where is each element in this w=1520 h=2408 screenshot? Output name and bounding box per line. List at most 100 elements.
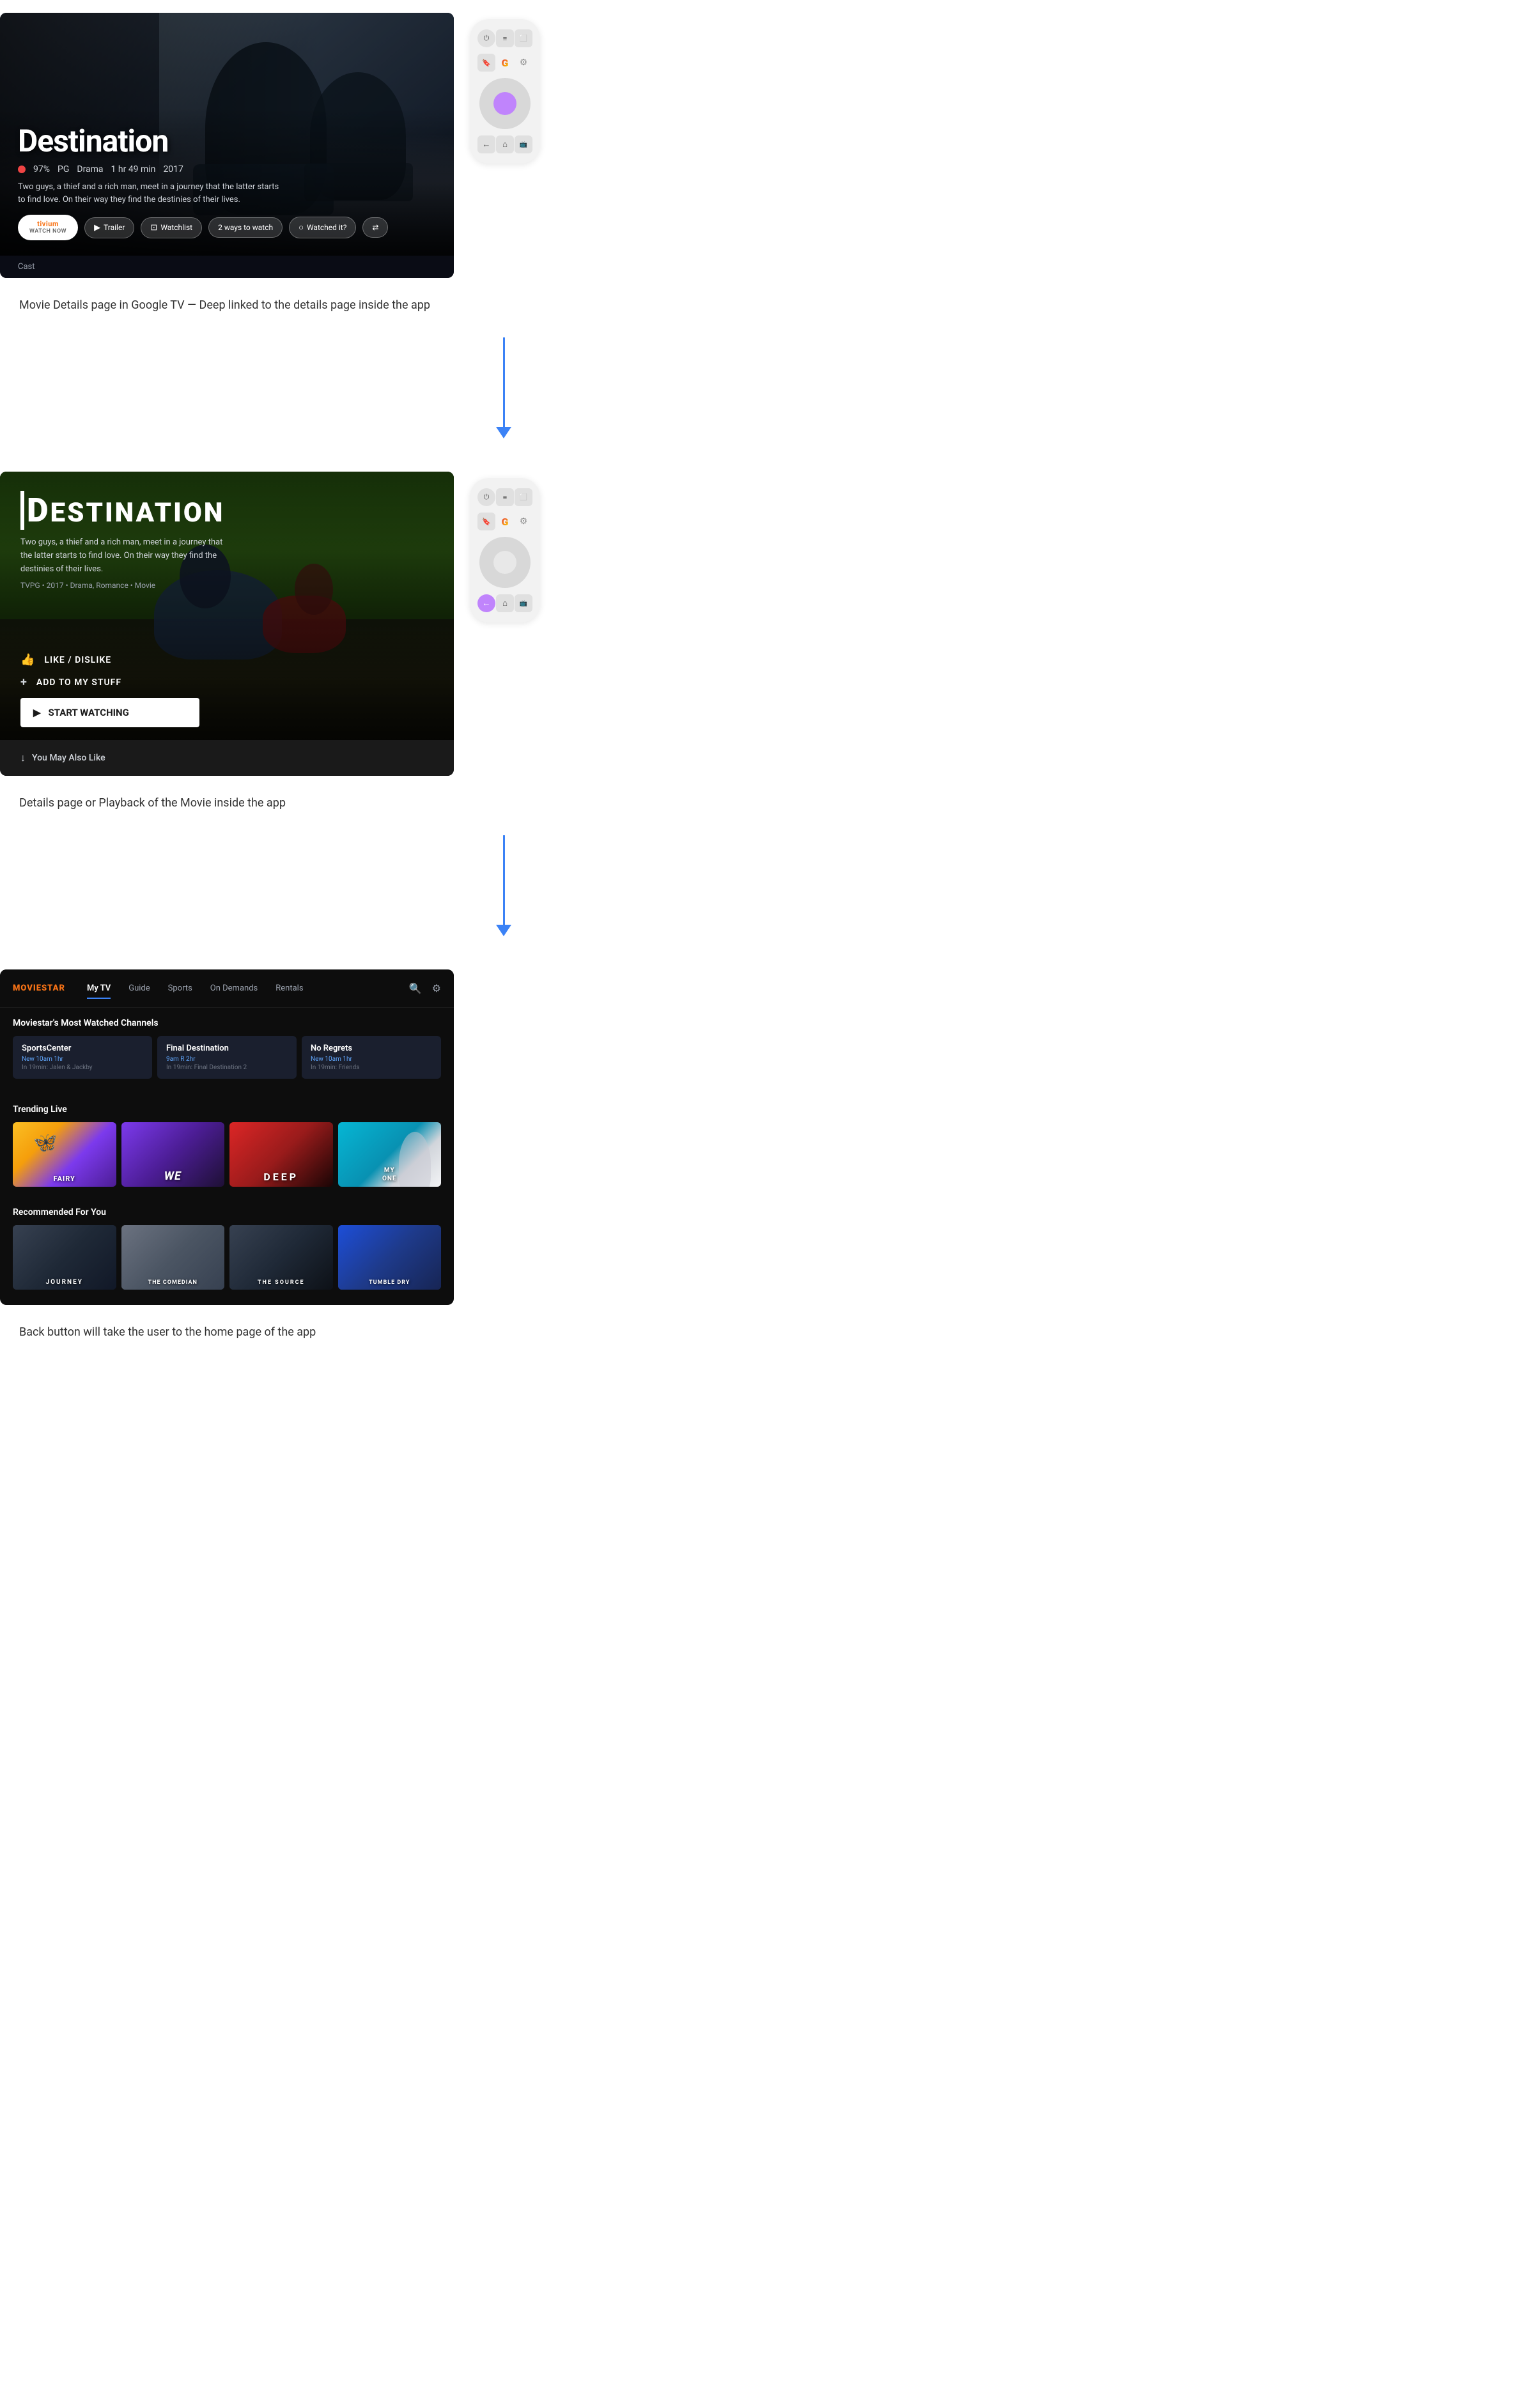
movie-hero: Destination 97% PG Drama 1 hr 49 min 201… [0, 13, 454, 256]
remote-mid-row: 🔖 G ⚙ [477, 54, 532, 72]
remote2-menu[interactable]: ≡ [496, 488, 514, 506]
remote2-home[interactable]: ⌂ [496, 594, 514, 612]
channel-name-0: SportsCenter [22, 1044, 143, 1053]
app-hero-content: D ESTINATION Two guys, a thief and a ric… [0, 472, 454, 590]
hero-content: Destination 97% PG Drama 1 hr 49 min 201… [0, 107, 454, 256]
tv-button[interactable]: ⬜ [515, 29, 532, 47]
rec-thumb-0[interactable]: JOURNEY [13, 1225, 116, 1290]
channel-card-2[interactable]: No Regrets New 10am 1hr In 19min: Friend… [302, 1036, 441, 1079]
channel-time-2: In 19min: Friends [311, 1064, 432, 1071]
nav-item-ondemands[interactable]: On Demands [201, 978, 267, 998]
menu-button[interactable]: ≡ [496, 29, 514, 47]
remote2-power[interactable]: ⏻ [477, 488, 495, 506]
caption-3: Back button will take the user to the ho… [0, 1318, 562, 1358]
section2-content: D ESTINATION Two guys, a thief and a ric… [0, 472, 454, 776]
nav-item-rentals[interactable]: Rentals [267, 978, 312, 998]
add-to-stuff-label: ADD TO MY STUFF [36, 677, 121, 688]
ways-to-watch-button[interactable]: 2 ways to watch [208, 217, 283, 238]
caption-1: Movie Details page in Google TV — Deep l… [0, 291, 562, 331]
tivium-brand: tivium [37, 220, 59, 228]
apps-button-remote[interactable]: 📺 [515, 135, 532, 153]
arrow-head-2 [496, 925, 511, 936]
home-button-remote[interactable]: ⌂ [496, 135, 514, 153]
trailer-button[interactable]: ▶ Trailer [84, 217, 134, 238]
like-dislike-button[interactable]: 👍 LIKE / DISLIKE [20, 653, 433, 667]
caption-3-text: Back button will take the user to the ho… [19, 1325, 316, 1339]
channel-time-1: In 19min: Final Destination 2 [166, 1064, 288, 1071]
power-button[interactable]: ⏻ [477, 29, 495, 47]
remote2-dpad[interactable] [479, 537, 531, 588]
trending-grid: 🦋 Fairy We DEEP [13, 1122, 441, 1187]
share-button[interactable]: ⇄ [362, 217, 388, 238]
add-to-stuff-button[interactable]: + ADD TO MY STUFF [20, 675, 433, 689]
trending-thumb-1[interactable]: We [121, 1122, 225, 1187]
side-panel-1: ⏻ ≡ ⬜ 🔖 G ⚙ ← ⌂ 📺 [454, 13, 556, 164]
back-button-remote[interactable]: ← [477, 135, 495, 153]
nav-mytv-label: My TV [87, 984, 111, 993]
movie-meta: 97% PG Drama 1 hr 49 min 2017 [18, 164, 436, 174]
channel-name-2: No Regrets [311, 1044, 432, 1053]
nav-item-mytv[interactable]: My TV [78, 978, 120, 998]
remote2-tv[interactable]: ⬜ [515, 488, 532, 506]
trailer-label: Trailer [104, 223, 125, 232]
movie-title: Destination [18, 123, 436, 159]
trending-thumb-2[interactable]: DEEP [229, 1122, 333, 1187]
trending-thumb-3[interactable]: MYONE [338, 1122, 442, 1187]
thumb-label-2: DEEP [229, 1171, 333, 1183]
remote2-bookmark[interactable]: 🔖 [477, 513, 495, 530]
section3-content: MOVIESTAR My TV Guide Sports On Demands … [0, 969, 454, 1305]
nav-item-guide[interactable]: Guide [120, 978, 159, 998]
play-icon-start: ▶ [33, 707, 41, 718]
channel-time-0: In 19min: Jalen & Jackby [22, 1064, 143, 1071]
rec-thumb-2[interactable]: THE SOURCE [229, 1225, 333, 1290]
remote2-back-button[interactable]: ← [477, 594, 495, 612]
rec-thumb-1[interactable]: THE COMEDIAN [121, 1225, 225, 1290]
search-icon[interactable]: 🔍 [409, 982, 422, 994]
channel-badge-2: New 10am 1hr [311, 1056, 432, 1063]
dpad-center[interactable] [493, 92, 516, 115]
watchlist-button[interactable]: ⊡ Watchlist [141, 217, 202, 238]
remote2-apps[interactable]: 📺 [515, 594, 532, 612]
remote2-dpad-center[interactable] [493, 551, 516, 574]
remote2-google[interactable]: G [496, 513, 514, 530]
start-watching-button[interactable]: ▶ START WATCHING [20, 698, 199, 727]
remote-nav-row: ← ⌂ 📺 [477, 135, 532, 153]
bookmark-button[interactable]: 🔖 [477, 54, 495, 72]
action-bar: tivium WATCH NOW ▶ Trailer ⊡ Watchlist [18, 215, 436, 240]
you-may-also-label: You May Also Like [32, 753, 105, 763]
duration: 1 hr 49 min [111, 164, 156, 174]
section2-row: D ESTINATION Two guys, a thief and a ric… [0, 459, 562, 789]
trending-thumb-0[interactable]: 🦋 Fairy [13, 1122, 116, 1187]
tivium-sub: WATCH NOW [29, 228, 66, 235]
nav-rentals-label: Rentals [275, 984, 303, 993]
most-watched-title: Moviestar's Most Watched Channels [13, 1018, 441, 1028]
watched-label: Watched it? [307, 223, 346, 232]
thumb-label-3: MYONE [338, 1166, 442, 1183]
trending-section: Trending Live 🦋 Fairy We [0, 1094, 454, 1197]
app-title-rest: ESTINATION [50, 497, 225, 529]
thumb-label-1: We [121, 1169, 225, 1183]
moviestar-panel: MOVIESTAR My TV Guide Sports On Demands … [0, 969, 454, 1305]
share-icon: ⇄ [372, 223, 378, 232]
rec-thumb-3[interactable]: TUMBLE DRY [338, 1225, 442, 1290]
arrow-shaft-1 [503, 337, 505, 427]
channel-card-0[interactable]: SportsCenter New 10am 1hr In 19min: Jale… [13, 1036, 152, 1079]
arrow-shaft-2 [503, 835, 505, 925]
watched-it-button[interactable]: ○ Watched it? [289, 217, 356, 238]
remote2-settings[interactable]: ⚙ [515, 513, 532, 530]
remote2-mid-row: 🔖 G ⚙ [477, 513, 532, 530]
google-assistant-button[interactable]: G [496, 54, 514, 72]
settings-icon[interactable]: ⚙ [432, 982, 441, 994]
app-panel: D ESTINATION Two guys, a thief and a ric… [0, 472, 454, 776]
settings-button[interactable]: ⚙ [515, 54, 532, 72]
channel-card-1[interactable]: Final Destination 9am R 2hr In 19min: Fi… [157, 1036, 297, 1079]
dpad[interactable] [479, 78, 531, 129]
tivium-button[interactable]: tivium WATCH NOW [18, 215, 78, 240]
channels-grid: SportsCenter New 10am 1hr In 19min: Jale… [13, 1036, 441, 1079]
nav-item-sports[interactable]: Sports [159, 978, 201, 998]
you-may-also-bar[interactable]: ↓ You May Also Like [0, 740, 454, 776]
channel-badge-1: 9am R 2hr [166, 1056, 288, 1063]
app-hero: D ESTINATION Two guys, a thief and a ric… [0, 472, 454, 740]
ms-nav-icons: 🔍 ⚙ [409, 982, 441, 994]
arrow-down-icon: ↓ [20, 752, 26, 764]
